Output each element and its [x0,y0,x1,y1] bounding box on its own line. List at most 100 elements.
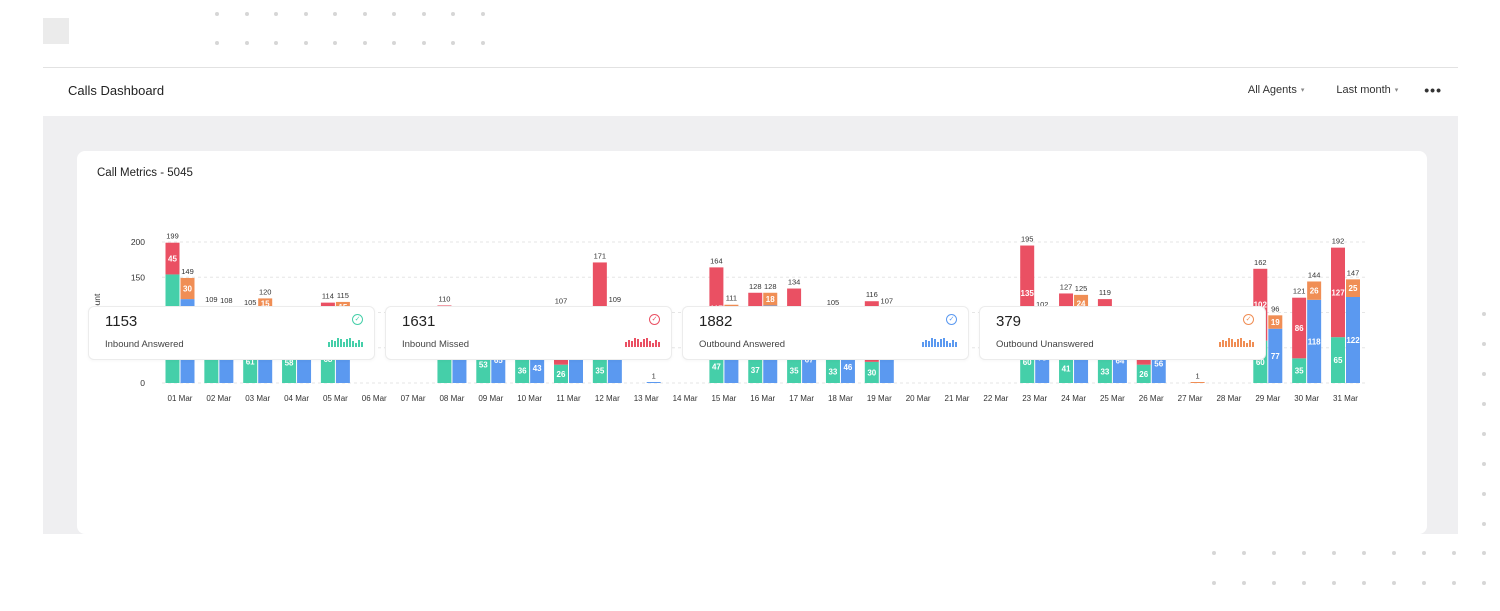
x-tick-label: 12 Mar [595,394,620,403]
spark-bar [631,341,633,347]
spark-bar [343,342,345,347]
spark-bar [1240,338,1242,347]
bar-total-label: 109 [205,295,218,304]
x-tick-label: 28 Mar [1216,394,1241,403]
spark-bar [352,341,354,347]
x-tick-label: 05 Mar [323,394,348,403]
spark-bar [625,342,627,347]
dot [1362,551,1366,555]
dot [303,41,308,45]
bar-total-label: 110 [438,294,450,303]
dot [362,12,367,16]
spark-bar [940,339,942,347]
dot [480,41,485,45]
spark-bar [643,339,645,347]
bar-total-label: 96 [1271,304,1279,313]
stat-card-inbound-missed[interactable]: 1631 Inbound Missed ✓ [385,306,672,360]
x-tick-label: 07 Mar [401,394,426,403]
spark-bar [925,340,927,347]
decorative-dots-top [215,12,510,70]
x-tick-label: 13 Mar [634,394,659,403]
more-horizontal-icon[interactable]: ••• [1424,83,1442,97]
sparkline-icon [1219,338,1254,347]
dot [333,41,337,45]
spark-bar [355,343,357,347]
spark-bar [640,342,642,347]
dot [1482,372,1486,376]
stat-label: Outbound Unanswered [996,339,1094,350]
dot [1332,581,1336,585]
summary-stats: 1153 Inbound Answered ✓ 1631 Inbound Mis… [88,306,1266,360]
x-tick-label: 10 Mar [517,394,542,403]
y-tick-label: 200 [131,237,145,247]
check-circle-icon: ✓ [352,314,363,325]
bar-segment-label: 33 [828,367,837,376]
stat-value: 1153 [105,313,138,330]
bar-total-label: 115 [337,291,349,300]
bar-total-label: 171 [594,251,607,260]
dot [1482,551,1486,555]
dot [1482,492,1486,496]
spark-bar [337,338,339,347]
chevron-down-icon: ▾ [1394,87,1399,94]
spark-bar [655,340,657,347]
dot [1422,581,1426,585]
dashboard-frame: Calls Dashboard All Agents ▾ Last month … [43,67,1458,534]
app-logo [43,18,69,44]
stat-label: Outbound Answered [699,339,786,350]
dot [1482,432,1486,436]
bar-total-label: 108 [220,296,233,305]
spark-bar [1237,339,1239,347]
bar-total-label: 121 [1293,287,1306,296]
x-tick-label: 03 Mar [245,394,270,403]
sparkline-icon [625,338,660,347]
bar-segment-label: 53 [479,360,488,369]
dot [1332,551,1336,555]
dot [215,41,219,45]
dot [1482,522,1486,526]
bar-segment [1190,382,1205,383]
bar-total-label: 144 [1308,270,1321,279]
stat-card-outbound-answered[interactable]: 1882 Outbound Answered ✓ [682,306,969,360]
spark-bar [922,342,924,347]
bar-total-label: 192 [1332,237,1345,246]
spark-bar [652,343,654,347]
bar-segment-label: 56 [1154,359,1163,368]
agent-filter-dropdown[interactable]: All Agents ▾ [1248,84,1304,96]
chevron-down-icon: ▾ [1300,87,1305,94]
sparkline-icon [328,338,363,347]
bar-total-label: 1 [652,371,656,380]
bar-segment-label: 118 [1308,337,1321,346]
bar-segment-label: 30 [867,368,876,377]
date-range-dropdown[interactable]: Last month ▾ [1336,84,1398,96]
stat-card-outbound-unanswered[interactable]: 379 Outbound Unanswered ✓ [979,306,1266,360]
x-tick-label: 20 Mar [906,394,931,403]
x-tick-label: 09 Mar [478,394,503,403]
bar-total-label: 164 [710,256,723,265]
check-circle-icon: ✓ [1243,314,1254,325]
bar-segment-label: 37 [751,366,760,375]
bar-total-label: 127 [1060,282,1073,291]
bar-segment-label: 45 [168,255,177,264]
bar-segment-label: 47 [712,362,721,371]
x-tick-label: 11 Mar [556,394,581,403]
dot [1482,342,1486,346]
spark-bar [1234,342,1236,347]
x-tick-label: 24 Mar [1061,394,1086,403]
stat-card-inbound-answered[interactable]: 1153 Inbound Answered ✓ [88,306,375,360]
dot [1272,551,1276,555]
dot [1212,581,1216,585]
bar-segment-label: 36 [518,366,527,375]
spark-bar [928,341,930,347]
stat-label: Inbound Answered [105,339,184,350]
dot [1392,551,1396,555]
x-tick-label: 25 Mar [1100,394,1125,403]
spark-bar [1219,342,1221,347]
bar-total-label: 125 [1075,284,1088,293]
bar-segment-label: 77 [1271,352,1280,361]
spark-bar [358,340,360,347]
x-tick-label: 15 Mar [711,394,736,403]
dot [1242,551,1246,555]
bar-segment-label: 135 [1021,289,1035,298]
dot [1482,402,1486,406]
